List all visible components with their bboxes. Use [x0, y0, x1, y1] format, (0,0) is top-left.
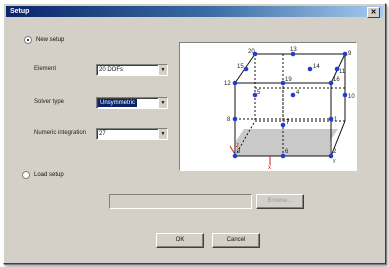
chevron-down-icon[interactable]: ▼ — [158, 129, 167, 139]
node-label: 9 — [348, 51, 352, 57]
chevron-down-icon[interactable]: ▼ — [158, 98, 167, 108]
bottom-face — [236, 129, 338, 141]
solver-combo[interactable]: Unsymmetric ▼ — [96, 97, 168, 109]
close-button[interactable]: ✕ — [367, 7, 380, 18]
solver-label: Solver type — [34, 99, 65, 105]
node-point — [232, 80, 238, 86]
node-label: 13 — [290, 47, 297, 53]
window-title: Setup — [10, 8, 30, 15]
node-label: 15 — [237, 64, 244, 70]
node-label: 4 — [296, 90, 300, 96]
node-point — [243, 66, 249, 72]
radio-dot — [22, 171, 30, 179]
node-label: 19 — [285, 77, 292, 83]
node-label: 7 — [286, 120, 290, 126]
axis-label: x — [268, 165, 271, 170]
chevron-down-icon[interactable]: ▼ — [158, 65, 167, 75]
element-combo[interactable]: 20 DOFs ▼ — [96, 64, 168, 76]
node-point — [342, 92, 348, 98]
element-label: Element — [34, 66, 57, 72]
file-path-input[interactable] — [109, 194, 252, 209]
new-setup-label: New setup — [36, 37, 65, 43]
element-value: 20 DOFs — [99, 67, 124, 73]
node-point — [328, 116, 334, 122]
element-diagram-panel: z x y 20 13 9 15 14 11 12 19 16 5 10 4 8… — [179, 42, 357, 171]
node-label: 20 — [248, 49, 255, 55]
node-label: 16 — [333, 77, 340, 83]
node-point — [307, 66, 313, 72]
hexahedron-diagram: z x y 20 13 9 15 14 11 12 19 16 5 10 4 8… — [224, 47, 355, 171]
integration-combo[interactable]: 27 ▼ — [96, 128, 168, 140]
integration-value: 27 — [99, 131, 106, 137]
node-label: 5 — [257, 90, 261, 96]
node-label: 14 — [313, 64, 320, 70]
ok-button[interactable]: OK — [156, 233, 204, 248]
node-label: 2 — [333, 149, 337, 155]
node-label: 8 — [227, 117, 231, 123]
load-setup-radio[interactable]: Load setup — [22, 171, 64, 179]
node-label: 11 — [339, 69, 346, 75]
browse-button[interactable]: Browse... — [256, 194, 304, 209]
node-point — [232, 116, 238, 122]
title-bar: Setup ✕ — [6, 6, 383, 18]
node-point — [280, 122, 286, 128]
solver-value: Unsymmetric — [98, 99, 138, 107]
load-setup-label: Load setup — [34, 172, 64, 178]
new-setup-radio[interactable]: New setup — [24, 36, 64, 44]
radio-dot-selected — [24, 36, 32, 44]
node-label: 12 — [224, 81, 231, 87]
node-point — [342, 51, 348, 57]
integration-label: Numeric integration — [34, 130, 87, 136]
axis-label: y — [333, 158, 336, 164]
cancel-button[interactable]: Cancel — [212, 233, 260, 248]
node-point — [290, 92, 296, 98]
node-label: 10 — [348, 94, 355, 100]
setup-dialog: Setup ✕ New setup Element 20 DOFs ▼ Solv… — [3, 3, 386, 264]
node-label: 1 — [334, 117, 338, 123]
